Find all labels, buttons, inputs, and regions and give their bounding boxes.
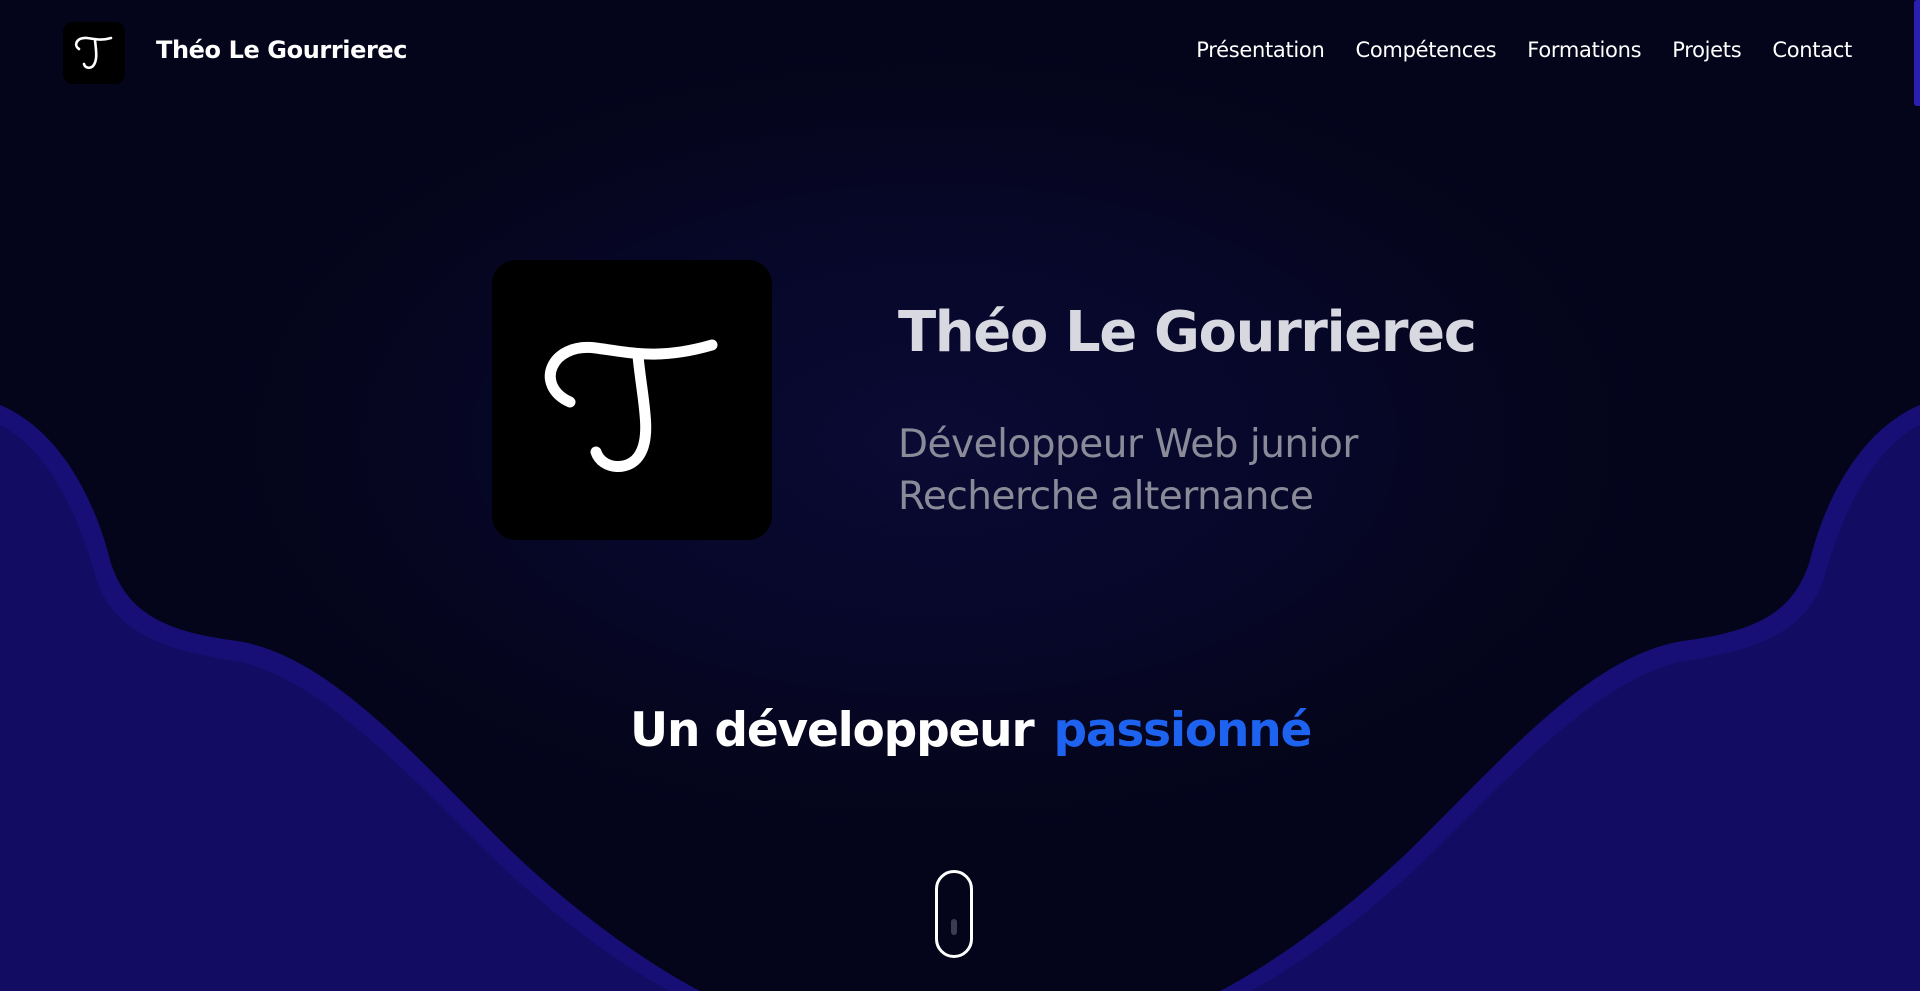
site-header: Théo Le Gourrierec Présentation Compéten…	[0, 0, 1920, 106]
hero-status: Recherche alternance	[898, 474, 1314, 519]
nav-item-contact[interactable]: Contact	[1772, 38, 1852, 62]
main-nav: Présentation Compétences Formations Proj…	[1196, 38, 1852, 62]
hero-name: Théo Le Gourrierec	[898, 300, 1477, 365]
nav-item-formations[interactable]: Formations	[1527, 38, 1641, 62]
nav-item-presentation[interactable]: Présentation	[1196, 38, 1325, 62]
brand-name[interactable]: Théo Le Gourrierec	[156, 36, 407, 64]
monogram-t-icon	[74, 36, 113, 70]
tagline-main: Un développeur	[630, 703, 1035, 758]
page-scroll-indicator[interactable]	[1914, 0, 1920, 106]
page: Théo Le Gourrierec Présentation Compéten…	[0, 0, 1920, 991]
nav-item-projets[interactable]: Projets	[1672, 38, 1741, 62]
monogram-t-icon	[544, 339, 718, 472]
tagline-accent: passionné	[1053, 703, 1312, 758]
tagline: Un développeur passionné	[630, 703, 1312, 758]
hero-logo	[492, 260, 772, 540]
nav-item-competences[interactable]: Compétences	[1356, 38, 1497, 62]
mouse-scroll-icon[interactable]	[935, 870, 973, 958]
hero-role: Développeur Web junior	[898, 422, 1358, 467]
brand-logo[interactable]	[63, 22, 125, 84]
mouse-wheel	[951, 919, 957, 935]
